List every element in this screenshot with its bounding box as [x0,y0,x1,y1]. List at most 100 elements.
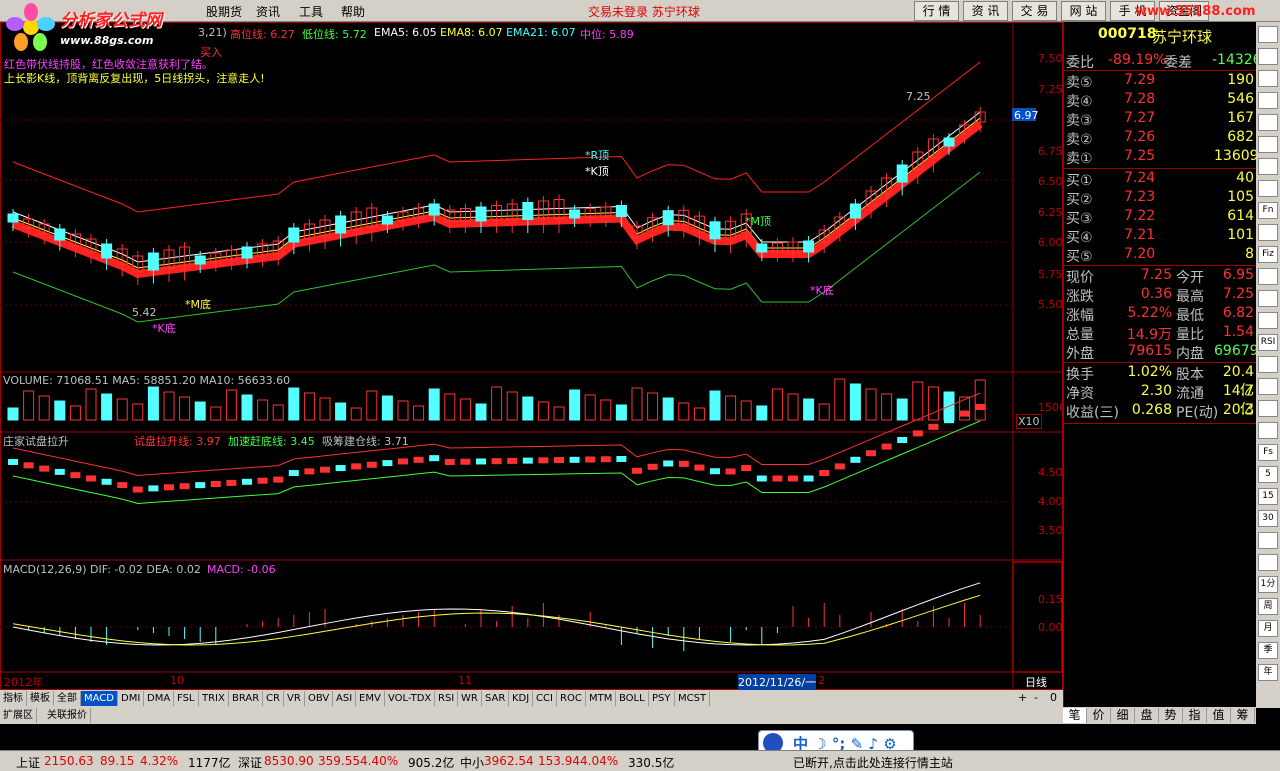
toolbar-icon-3[interactable] [1258,92,1278,109]
toolbar-icon-19[interactable]: Fs [1258,444,1278,461]
toolbar-icon-21[interactable]: 15 [1258,488,1278,505]
sh-percent: 4.32% [140,754,179,768]
zoom-out-button[interactable]: - [1034,691,1038,704]
tab-trix[interactable]: TRIX [199,691,229,706]
toolbar-icon-28[interactable]: 季 [1258,642,1278,659]
tab-全部[interactable]: 全部 [54,691,81,706]
quote-tab-2[interactable]: 细 [1111,708,1135,723]
toolbar-icon-0[interactable] [1258,26,1278,43]
menu-tools[interactable]: 工具 [299,3,323,20]
toolbar-icon-24[interactable] [1258,554,1278,571]
tab-asi[interactable]: ASI [333,691,357,706]
tab-wr[interactable]: WR [458,691,482,706]
tab-vr[interactable]: VR [284,691,305,706]
toolbar-icon-5[interactable] [1258,136,1278,153]
ask-row-cell: 7.29 [1124,72,1156,88]
tab-macd[interactable]: MACD [81,691,118,706]
tab-kdj[interactable]: KDJ [509,691,534,706]
toolbar-icon-22[interactable]: 30 [1258,510,1278,527]
menu-futures[interactable]: 股期货 [206,3,242,20]
tab-cr[interactable]: CR [263,691,284,706]
toolbar-icon-2[interactable] [1258,70,1278,87]
zhuang-axis-label: 4.00 [1038,495,1063,508]
tab-brar[interactable]: BRAR [229,691,264,706]
tab-cci[interactable]: CCI [533,691,557,706]
tab-mtm[interactable]: MTM [586,691,617,706]
stat-row-cell: 股本 [1176,367,1204,383]
tab-psy[interactable]: PSY [649,691,675,706]
tab-指标[interactable]: 指标 [0,691,27,706]
toolbar-icon-14[interactable]: RSI [1258,334,1278,351]
toolbar-icon-29[interactable]: 年 [1258,664,1278,681]
stock-name: 苏宁环球 [1152,28,1213,46]
bid-row: 买③ 7.22 614 [1064,208,1257,227]
y-axis-label: 5.75 [1038,268,1063,281]
toolbar-icon-18[interactable] [1258,422,1278,439]
quote-tab-5[interactable]: 指 [1183,708,1207,723]
tab-boll[interactable]: BOLL [616,691,649,706]
connection-status[interactable]: 已断开,点击此处连接行情主站 [793,754,953,771]
tab-emv[interactable]: EMV [356,691,385,706]
toolbar-icon-8[interactable]: Fn [1258,202,1278,219]
volume-bar [23,390,35,421]
quote-button[interactable]: 行 情 [914,1,959,21]
quote-tab-1[interactable]: 价 [1087,708,1111,723]
menu-help[interactable]: 帮助 [341,3,365,20]
tab-vol-tdx[interactable]: VOL-TDX [385,691,436,706]
toolbar-icon-1[interactable] [1258,48,1278,65]
toolbar-icon-20[interactable]: 5 [1258,466,1278,483]
volume-bar [522,396,534,421]
high-price-label: 7.25 [906,90,931,103]
zoom-reset-button[interactable]: 0 [1050,691,1057,704]
tab-dma[interactable]: DMA [144,691,175,706]
zhuang-bar [444,459,455,465]
tab-mcst[interactable]: MCST [675,691,711,706]
sh-label: 上证 [16,756,41,770]
tab-模板[interactable]: 模板 [27,691,54,706]
toolbar-icon-26[interactable]: 周 [1258,598,1278,615]
quote-tab-3[interactable]: 盘 [1135,708,1159,723]
period-label[interactable]: 日线 [1025,674,1047,690]
toolbar-icon-17[interactable] [1258,400,1278,417]
toolbar-icon-6[interactable] [1258,158,1278,175]
volume-bar [912,381,924,421]
tab-roc[interactable]: ROC [557,691,586,706]
quote-tab-0[interactable]: 笔 [1063,708,1087,723]
quote-tab-4[interactable]: 势 [1159,708,1183,723]
toolbar-icon-25[interactable]: 1分 [1258,576,1278,593]
toolbar-icon-11[interactable] [1258,268,1278,285]
tab-dmi[interactable]: DMI [118,691,145,706]
toolbar-icon-9[interactable] [1258,224,1278,241]
trade-button[interactable]: 交 易 [1012,1,1057,21]
toolbar-icon-7[interactable] [1258,180,1278,197]
toolbar-icon-15[interactable] [1258,356,1278,373]
flower-logo-icon [6,3,55,51]
toolbar-icon-27[interactable]: 月 [1258,620,1278,637]
toolbar-icon-13[interactable] [1258,312,1278,329]
quote-tab-7[interactable]: 筹 [1231,708,1255,723]
toolbar-icon-10[interactable]: Fiz [1258,246,1278,263]
zhuang-bar [148,485,159,492]
toolbar-icon-12[interactable] [1258,290,1278,307]
news-button[interactable]: 资 讯 [963,1,1008,21]
tab-fsl[interactable]: FSL [174,691,199,706]
volume-bar [709,390,721,421]
toolbar-icon-23[interactable] [1258,532,1278,549]
tab-rsi[interactable]: RSI [435,691,459,706]
toolbar-icon-16[interactable] [1258,378,1278,395]
tab-obv[interactable]: OBV [305,691,334,706]
website-button[interactable]: 网 站 [1061,1,1106,21]
zhuang-bar [101,478,112,485]
zx-label: 中小 [460,756,485,770]
tab-related-quote[interactable]: 关联报价 [44,708,91,723]
zoom-in-button[interactable]: + [1018,691,1027,704]
volume-bar [7,407,19,421]
tab-extension[interactable]: 扩展区 [0,708,37,723]
quote-tab-6[interactable]: 值 [1207,708,1231,723]
zhuang-bar [944,417,954,424]
toolbar-icon-4[interactable] [1258,114,1278,131]
menu-news[interactable]: 资讯 [256,3,280,20]
tab-sar[interactable]: SAR [482,691,510,706]
r-top-annotation: *R顶 [585,149,610,162]
stat-row: 涨跌 0.36 最高 7.25 [1064,286,1257,305]
